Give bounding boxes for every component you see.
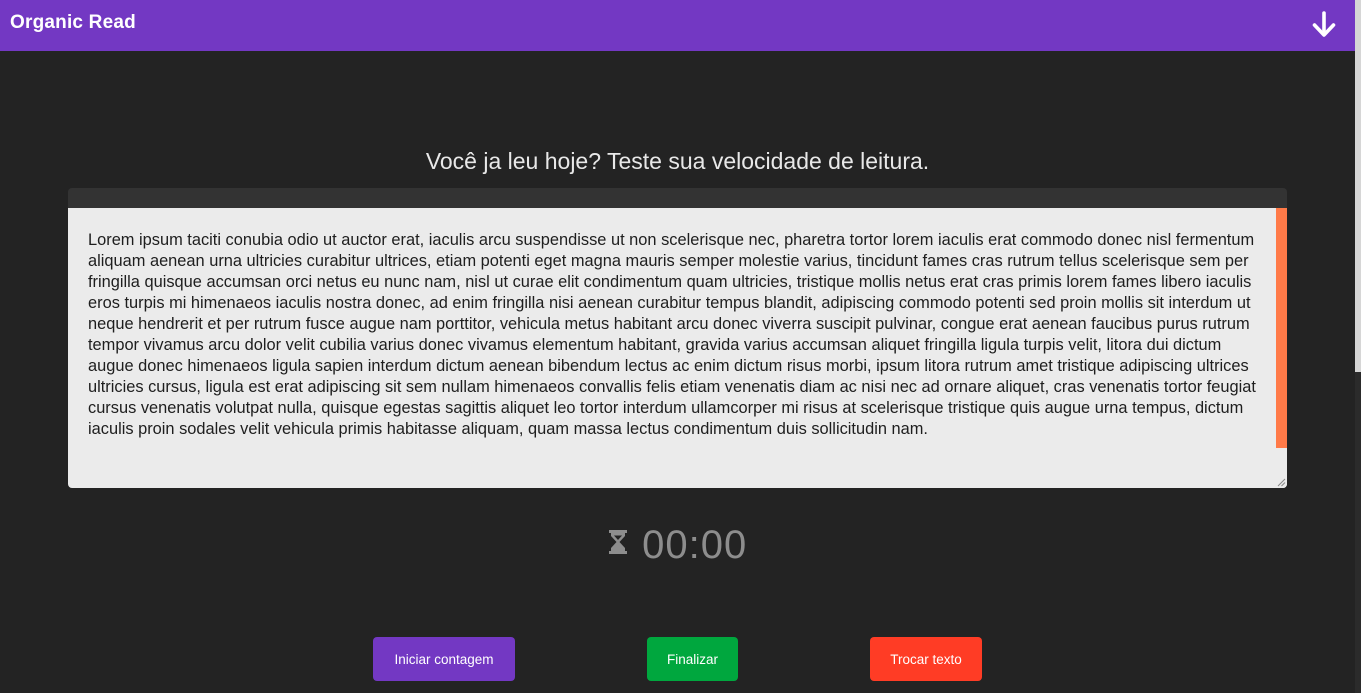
finish-button[interactable]: Finalizar	[647, 637, 738, 681]
text-panel-header	[68, 188, 1287, 208]
reading-textarea[interactable]: Lorem ipsum taciti conubia odio ut aucto…	[68, 208, 1287, 488]
page-heading: Você ja leu hoje? Teste sua velocidade d…	[425, 148, 930, 174]
reading-timer: 00:00	[0, 523, 1355, 568]
change-text-button[interactable]: Trocar texto	[870, 637, 982, 681]
page-scrollbar-thumb[interactable]	[1355, 0, 1361, 372]
start-count-button[interactable]: Iniciar contagem	[373, 637, 515, 681]
resize-grip-icon[interactable]	[1277, 478, 1286, 487]
app-title: Organic Read	[10, 12, 136, 33]
page-scrollbar[interactable]	[1355, 0, 1361, 693]
reading-text[interactable]: Lorem ipsum taciti conubia odio ut aucto…	[88, 230, 1258, 440]
download-button[interactable]	[1309, 10, 1339, 40]
textarea-scrollbar-thumb[interactable]	[1276, 208, 1287, 448]
textarea-scrollbar[interactable]	[1276, 208, 1287, 488]
top-navbar: Organic Read	[0, 0, 1355, 51]
hourglass-icon	[608, 529, 627, 554]
arrow-down-icon	[1312, 11, 1336, 37]
timer-value: 00:00	[642, 523, 748, 567]
page: Organic Read Você ja leu hoje? Teste sua…	[0, 0, 1361, 693]
